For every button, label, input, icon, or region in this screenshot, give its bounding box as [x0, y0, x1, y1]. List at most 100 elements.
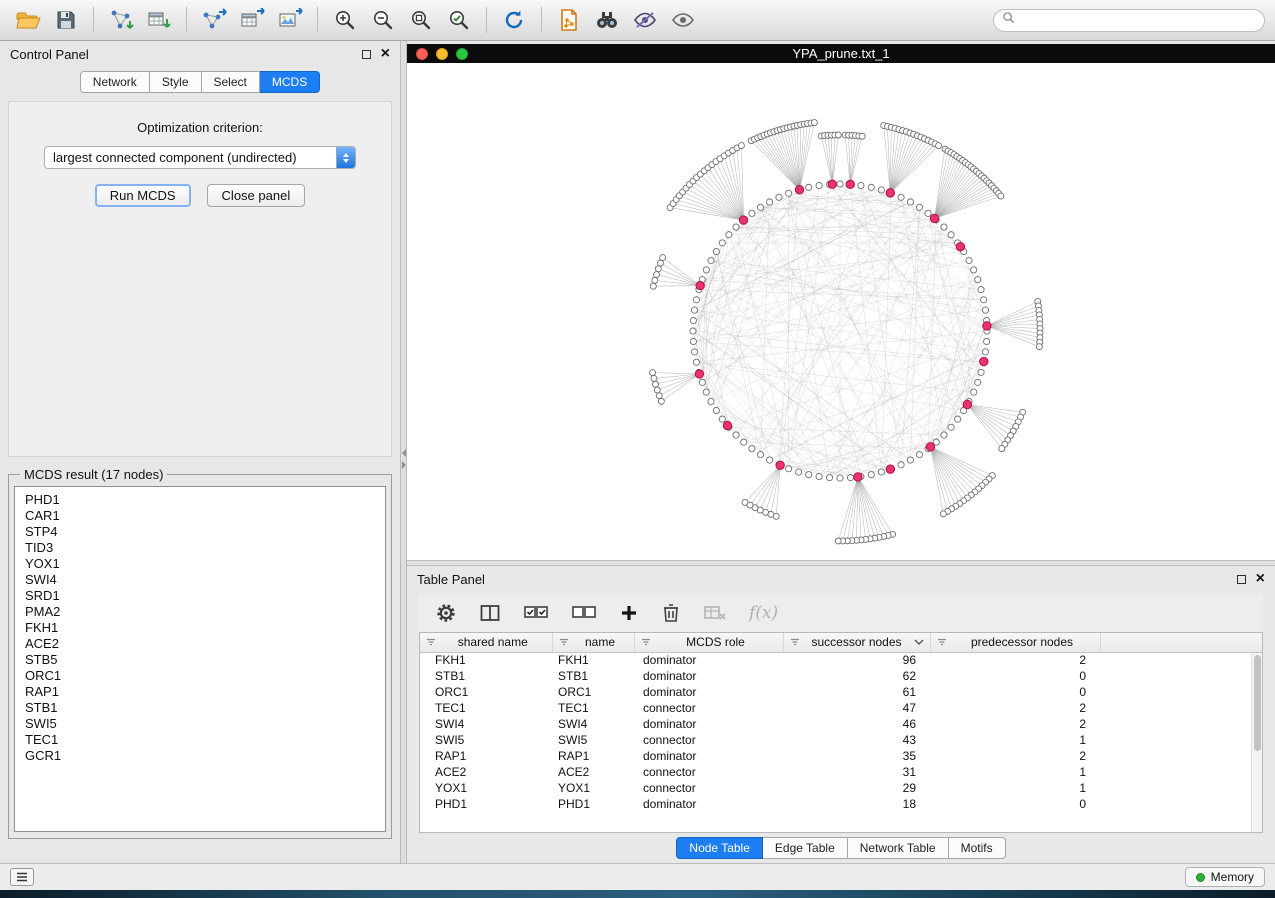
table-row[interactable]: SWI5SWI5connector431: [420, 732, 1262, 748]
column-header-shared-name[interactable]: shared name: [420, 633, 552, 652]
dropdown-stepper-icon: [336, 147, 355, 168]
status-bar: Memory: [0, 863, 1275, 890]
result-item[interactable]: SRD1: [25, 588, 375, 604]
search-network-icon[interactable]: [589, 5, 625, 35]
network-graph: [407, 63, 1275, 560]
table-panel-title: Table Panel: [417, 572, 485, 587]
tab-style[interactable]: Style: [150, 71, 202, 93]
result-item[interactable]: SWI5: [25, 716, 375, 732]
column-header-predecessor-nodes[interactable]: predecessor nodes: [930, 633, 1100, 652]
gear-icon[interactable]: [435, 602, 457, 624]
add-column-icon[interactable]: [619, 603, 639, 623]
column-label: MCDS role: [655, 635, 777, 649]
import-table-icon[interactable]: [141, 5, 177, 35]
scrollbar-thumb[interactable]: [1254, 655, 1261, 751]
table-row[interactable]: STB1STB1dominator620: [420, 668, 1262, 684]
table-row[interactable]: PHD1PHD1dominator180: [420, 796, 1262, 812]
table-row[interactable]: YOX1YOX1connector291: [420, 780, 1262, 796]
share-document-icon[interactable]: [551, 5, 587, 35]
table-row[interactable]: ORC1ORC1dominator610: [420, 684, 1262, 700]
tab-network[interactable]: Network: [80, 71, 150, 93]
collapse-left-icon[interactable]: [402, 449, 406, 457]
column-header-successor-nodes[interactable]: successor nodes: [783, 633, 930, 652]
zoom-out-icon[interactable]: [365, 5, 401, 35]
close-panel-button[interactable]: Close panel: [207, 184, 306, 207]
control-panel: Control Panel × NetworkStyleSelectMCDS O…: [0, 41, 400, 863]
tab-select[interactable]: Select: [202, 71, 260, 93]
sort-icon: [559, 637, 569, 647]
memory-button[interactable]: Memory: [1185, 867, 1265, 887]
result-item[interactable]: ORC1: [25, 668, 375, 684]
window-maximize-icon[interactable]: [456, 48, 468, 60]
result-item[interactable]: ACE2: [25, 636, 375, 652]
open-file-icon[interactable]: [10, 5, 46, 35]
result-item[interactable]: PMA2: [25, 604, 375, 620]
table-tabs: Node TableEdge TableNetwork TableMotifs: [676, 837, 1005, 859]
window-close-icon[interactable]: [416, 48, 428, 60]
table-panel: Table Panel ×: [407, 566, 1275, 863]
table-scrollbar[interactable]: [1251, 653, 1262, 832]
toolbar-separator: [317, 7, 318, 33]
float-panel-icon[interactable]: [362, 50, 371, 59]
export-table-icon[interactable]: [234, 5, 270, 35]
table-row[interactable]: ACE2ACE2connector311: [420, 764, 1262, 780]
zoom-in-icon[interactable]: [327, 5, 363, 35]
table-row[interactable]: SWI4SWI4dominator462: [420, 716, 1262, 732]
tab-node-table[interactable]: Node Table: [676, 837, 763, 859]
search-input[interactable]: [1021, 13, 1256, 27]
result-item[interactable]: YOX1: [25, 556, 375, 572]
column-label: shared name: [440, 635, 546, 649]
mcds-result-group: MCDS result (17 nodes) PHD1CAR1STP4TID3Y…: [8, 467, 392, 839]
window-minimize-icon[interactable]: [436, 48, 448, 60]
result-item[interactable]: SWI4: [25, 572, 375, 588]
close-panel-icon[interactable]: ×: [381, 46, 390, 62]
show-hidden-icon[interactable]: [665, 5, 701, 35]
tab-network-table[interactable]: Network Table: [848, 837, 949, 859]
mcds-result-list[interactable]: PHD1CAR1STP4TID3YOX1SWI4SRD1PMA2FKH1ACE2…: [14, 486, 386, 832]
column-header-MCDS-role[interactable]: MCDS role: [634, 633, 783, 652]
tab-edge-table[interactable]: Edge Table: [763, 837, 848, 859]
zoom-selected-icon[interactable]: [441, 5, 477, 35]
close-table-panel-icon[interactable]: ×: [1256, 571, 1265, 587]
export-network-icon[interactable]: [196, 5, 232, 35]
delete-column-icon[interactable]: [661, 602, 681, 624]
result-item[interactable]: GCR1: [25, 748, 375, 764]
hide-selected-icon[interactable]: [627, 5, 663, 35]
deselect-all-icon[interactable]: [571, 603, 597, 623]
import-network-icon[interactable]: [103, 5, 139, 35]
result-item[interactable]: STB5: [25, 652, 375, 668]
result-item[interactable]: STP4: [25, 524, 375, 540]
memory-status-icon: [1196, 873, 1205, 882]
result-item[interactable]: FKH1: [25, 620, 375, 636]
vertical-splitter[interactable]: [400, 41, 407, 863]
search-box[interactable]: [993, 9, 1265, 32]
tab-mcds[interactable]: MCDS: [260, 71, 320, 93]
column-header-filler: [1100, 633, 1262, 652]
desktop-background: [0, 890, 1275, 898]
collapse-right-icon[interactable]: [402, 461, 406, 469]
save-session-icon[interactable]: [48, 5, 84, 35]
tab-motifs[interactable]: Motifs: [949, 837, 1006, 859]
criterion-dropdown[interactable]: largest connected component (undirected): [44, 146, 356, 169]
run-mcds-button[interactable]: Run MCDS: [95, 184, 191, 207]
table-row[interactable]: FKH1FKH1dominator962: [420, 652, 1262, 668]
column-header-name[interactable]: name: [552, 633, 634, 652]
result-item[interactable]: STB1: [25, 700, 375, 716]
show-columns-icon[interactable]: [479, 603, 501, 623]
table-row[interactable]: TEC1TEC1connector472: [420, 700, 1262, 716]
float-table-panel-icon[interactable]: [1237, 575, 1246, 584]
select-all-icon[interactable]: [523, 603, 549, 623]
result-item[interactable]: CAR1: [25, 508, 375, 524]
main-area: Control Panel × NetworkStyleSelectMCDS O…: [0, 41, 1275, 863]
export-image-icon[interactable]: [272, 5, 308, 35]
table-row[interactable]: RAP1RAP1dominator352: [420, 748, 1262, 764]
result-item[interactable]: TEC1: [25, 732, 375, 748]
result-item[interactable]: RAP1: [25, 684, 375, 700]
network-canvas[interactable]: [407, 63, 1275, 560]
result-item[interactable]: PHD1: [25, 492, 375, 508]
refresh-layout-icon[interactable]: [496, 5, 532, 35]
result-item[interactable]: TID3: [25, 540, 375, 556]
task-history-icon[interactable]: [10, 868, 34, 886]
zoom-fit-icon[interactable]: [403, 5, 439, 35]
sort-icon: [641, 637, 651, 647]
